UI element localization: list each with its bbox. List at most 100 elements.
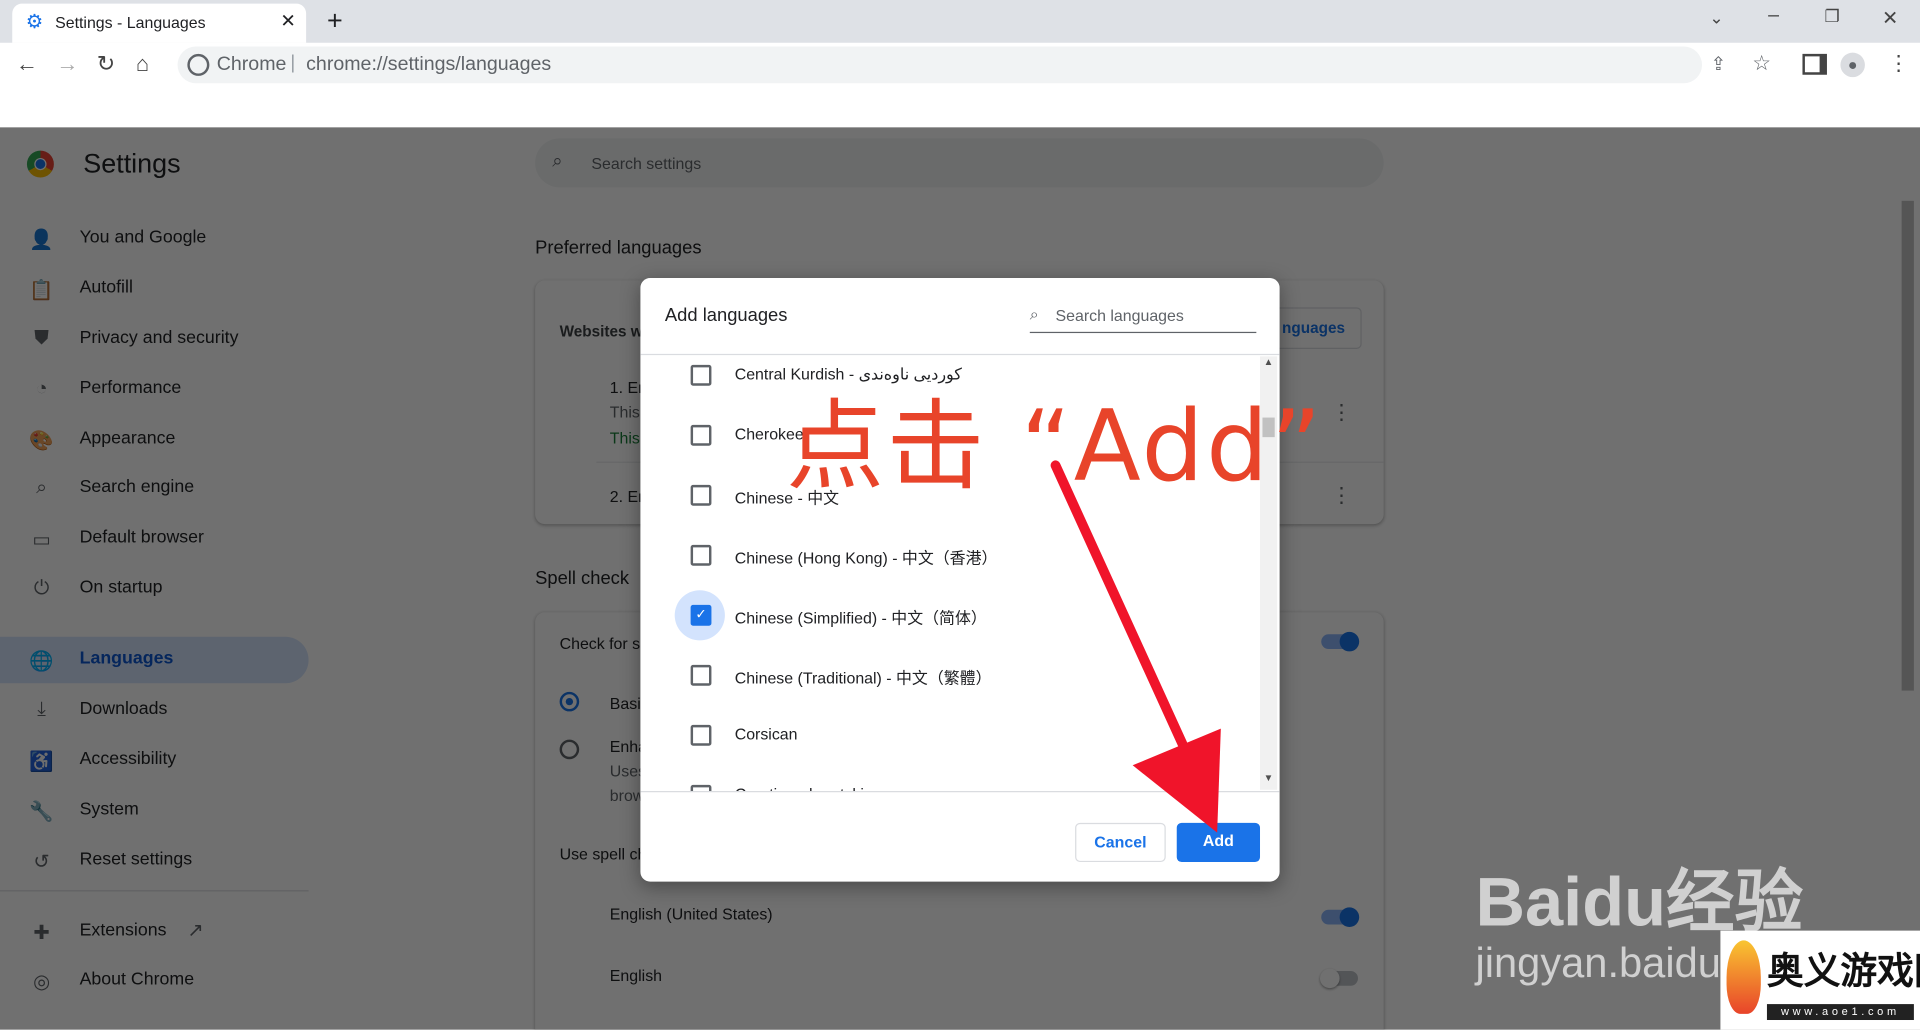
language-option[interactable]: Chinese (Hong Kong) - 中文（香港） (640, 525, 1258, 585)
enhanced-description: brow (609, 786, 645, 805)
sidebar-item-default-browser[interactable]: ▭ Default browser (0, 516, 309, 563)
search-languages-input[interactable]: ⌕ Search languages (1029, 302, 1257, 334)
tab-search-icon[interactable]: ⌄ (1709, 7, 1723, 28)
profile-avatar[interactable]: ● (1840, 52, 1865, 78)
language-option[interactable]: Central Kurdish - کوردیی ناوەندی (640, 355, 1258, 405)
sidebar-item-label: On startup (79, 577, 163, 598)
checkbox[interactable] (690, 664, 712, 686)
sidebar-item-reset-settings[interactable]: ↺ Reset settings (0, 838, 309, 885)
scroll-up-icon[interactable]: ▲ (1264, 356, 1274, 367)
enhanced-radio[interactable] (559, 739, 580, 760)
more-actions-icon[interactable]: ⋮ (1331, 484, 1352, 508)
spell-check-toggle[interactable] (1321, 631, 1360, 652)
language-option[interactable]: ✓ Chinese (Simplified) - 中文（简体） (640, 585, 1258, 645)
spell-lang-2: English (609, 966, 663, 985)
home-button[interactable]: ⌂ (136, 51, 149, 77)
tab-title: Settings - Languages (55, 13, 206, 32)
sidebar-item-label: You and Google (79, 227, 207, 248)
side-panel-icon[interactable] (1802, 53, 1827, 75)
list-scrollbar[interactable]: ▲ ▼ (1260, 356, 1278, 790)
sidebar-item-appearance[interactable]: 🎨 Appearance (0, 416, 309, 463)
chrome-logo (26, 150, 54, 178)
forward-button[interactable]: → (56, 51, 78, 77)
minimize-button[interactable]: – (1768, 5, 1779, 27)
language-label: Cherokee (734, 424, 804, 444)
speedometer-icon: ◔ (35, 378, 48, 400)
sidebar-item-on-startup[interactable]: ⏻ On startup (0, 566, 309, 613)
page-title: Settings (83, 148, 181, 179)
restore-button[interactable]: ❐ (1825, 6, 1840, 27)
separator: | (290, 52, 296, 74)
language-item-1-sub: This (609, 402, 640, 422)
puzzle-icon: ✚ (33, 923, 50, 945)
add-languages-label: nguages (1282, 319, 1345, 337)
more-actions-icon[interactable]: ⋮ (1331, 400, 1352, 424)
checkbox[interactable]: ✓ (690, 604, 712, 626)
checkbox[interactable] (690, 364, 712, 386)
language-label: Chinese - 中文 (734, 488, 840, 507)
shield-icon: ⛊ (34, 328, 49, 349)
sidebar-item-extensions[interactable]: ✚ Extensions ↗ (0, 909, 309, 956)
sidebar-item-label: Appearance (79, 428, 176, 449)
checkbox[interactable] (690, 424, 712, 446)
reload-button[interactable]: ↻ (97, 51, 115, 77)
check-spelling-label: Check for s (559, 634, 641, 653)
language-label: Corsican (734, 724, 798, 744)
close-tab-icon[interactable]: ✕ (280, 10, 295, 32)
sidebar-item-system[interactable]: 🔧 System (0, 787, 309, 834)
palette-icon: 🎨 (29, 431, 54, 452)
sidebar-item-downloads[interactable]: ⤓ Downloads (0, 687, 309, 734)
sidebar-item-label: Performance (79, 378, 182, 398)
external-link-icon: ↗ (187, 920, 204, 942)
sidebar-item-languages[interactable]: 🌐 Languages (0, 636, 309, 684)
page-scrollbar[interactable] (1901, 200, 1914, 691)
scroll-thumb[interactable] (1262, 417, 1275, 438)
language-option[interactable]: Chinese - 中文 (640, 465, 1258, 525)
search-settings-input[interactable]: ⌕ Search settings (535, 138, 1384, 188)
search-placeholder: Search settings (591, 154, 702, 173)
sidebar-item-privacy-and-security[interactable]: ⛊ Privacy and security (0, 316, 309, 363)
sidebar-item-performance[interactable]: ◔ Performance (0, 366, 309, 413)
checkbox[interactable] (690, 724, 712, 746)
sidebar-item-about-chrome[interactable]: ◎ About Chrome (0, 958, 309, 1005)
add-languages-button[interactable]: nguages (1273, 307, 1362, 349)
address-bar[interactable]: Chrome | chrome://settings/languages ⇪ ☆ (177, 46, 1771, 84)
sidebar-item-search-engine[interactable]: ⌕ Search engine (0, 465, 309, 512)
menu-kebab-icon[interactable]: ⋮ (1888, 51, 1909, 75)
checkbox[interactable] (690, 484, 712, 506)
sidebar-item-you-and-google[interactable]: 👤 You and Google (0, 216, 309, 263)
use-spell-check-label: Use spell ch (559, 844, 647, 864)
sidebar-item-autofill[interactable]: 📋 Autofill (0, 266, 309, 313)
accessibility-icon: ♿ (29, 751, 54, 773)
basic-radio[interactable] (559, 691, 580, 712)
clipboard-icon: 📋 (29, 280, 54, 302)
spell-lang-1-toggle[interactable] (1321, 907, 1360, 927)
language-option[interactable]: Croatian - hrvatski (640, 765, 1258, 792)
download-icon: ⤓ (37, 699, 46, 721)
add-button[interactable]: Add (1176, 822, 1261, 863)
back-button[interactable]: ← (16, 51, 38, 77)
scroll-down-icon[interactable]: ▼ (1264, 773, 1274, 784)
bookmark-star-icon[interactable]: ☆ (1752, 51, 1771, 75)
dialog-title: Add languages (664, 304, 788, 326)
cancel-button[interactable]: Cancel (1075, 822, 1166, 863)
checkbox[interactable] (690, 544, 712, 566)
share-icon[interactable]: ⇪ (1711, 53, 1726, 75)
add-languages-dialog: Add languages ⌕ Search languages Central… (640, 277, 1280, 882)
url-text[interactable]: chrome://settings/languages (306, 54, 551, 76)
spell-lang-2-toggle[interactable] (1320, 968, 1358, 989)
tab-settings[interactable]: ⚙ Settings - Languages ✕ (12, 3, 307, 43)
sidebar-item-label: Languages (79, 648, 174, 669)
sidebar-item-label: Search engine (79, 477, 195, 498)
search-languages-placeholder: Search languages (1055, 306, 1184, 325)
preferred-languages-heading: Preferred languages (535, 237, 702, 259)
language-option[interactable]: Chinese (Traditional) - 中文（繁體） (640, 645, 1258, 705)
language-option[interactable]: Cherokee (640, 405, 1258, 465)
person-icon: 👤 (29, 230, 54, 252)
language-option[interactable]: Corsican (640, 705, 1258, 765)
sidebar-item-accessibility[interactable]: ♿ Accessibility (0, 737, 309, 784)
close-window-button[interactable]: ✕ (1882, 6, 1898, 30)
sidebar-item-label: Default browser (79, 527, 204, 548)
chrome-icon: ◎ (33, 972, 51, 994)
new-tab-button[interactable]: + (327, 5, 343, 37)
